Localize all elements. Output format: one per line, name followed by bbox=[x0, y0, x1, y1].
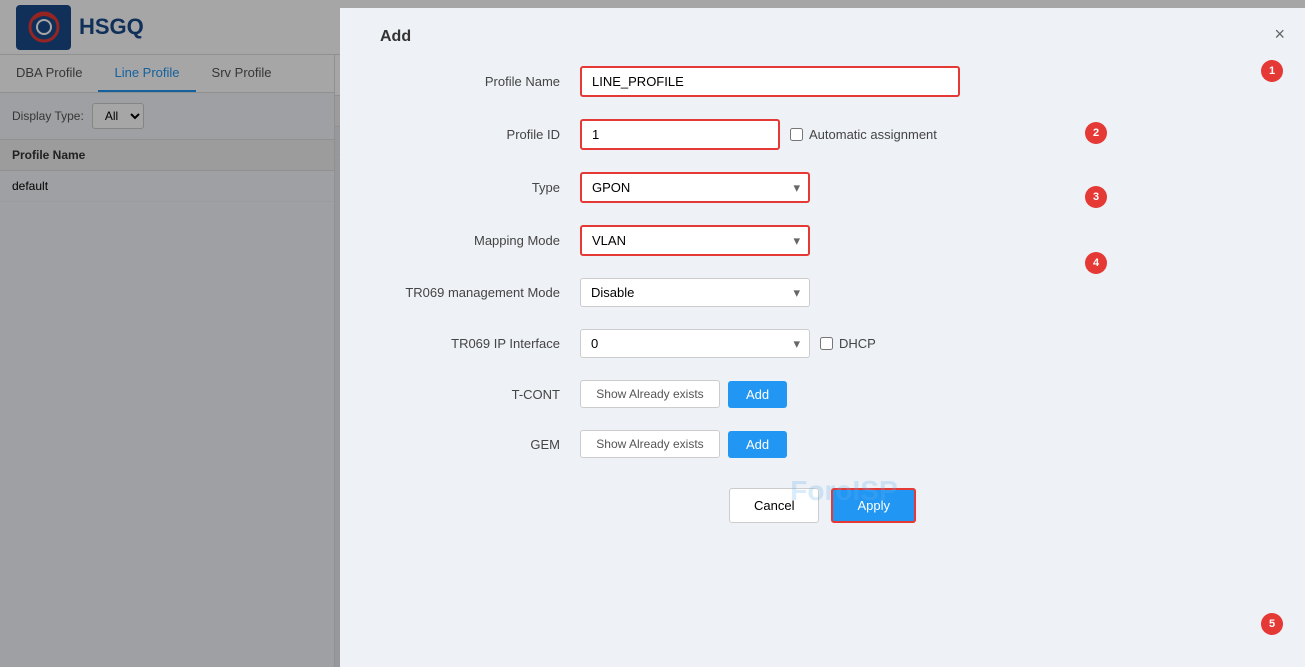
tr069-mode-row: TR069 management Mode Disable Enable bbox=[380, 278, 1265, 307]
auto-assignment-checkbox[interactable] bbox=[790, 128, 803, 141]
gem-add-button[interactable]: Add bbox=[728, 431, 787, 458]
gem-show-already[interactable]: Show Already exists bbox=[580, 430, 720, 458]
tcont-show-already[interactable]: Show Already exists bbox=[580, 380, 720, 408]
modal-title: Add bbox=[380, 28, 1265, 46]
badge-2: 2 bbox=[1085, 122, 1107, 144]
badge-4: 4 bbox=[1085, 252, 1107, 274]
badge-3: 3 bbox=[1085, 186, 1107, 208]
apply-button[interactable]: Apply bbox=[831, 488, 916, 523]
tr069-ip-row: TR069 IP Interface 0 DHCP bbox=[380, 329, 1265, 358]
gem-label: GEM bbox=[380, 437, 580, 452]
tr069-ip-select-wrapper: 0 bbox=[580, 329, 810, 358]
type-label: Type bbox=[380, 180, 580, 195]
profile-id-input[interactable] bbox=[580, 119, 780, 150]
tcont-row: T-CONT Show Already exists Add bbox=[380, 380, 1265, 408]
tcont-label: T-CONT bbox=[380, 387, 580, 402]
mapping-mode-row: Mapping Mode VLAN GEM Port Priority Queu… bbox=[380, 225, 1265, 256]
type-select[interactable]: GPON EPON XGS-PON bbox=[580, 172, 810, 203]
type-row: Type GPON EPON XGS-PON bbox=[380, 172, 1265, 203]
gem-row: GEM Show Already exists Add bbox=[380, 430, 1265, 458]
badge-1: 1 bbox=[1261, 60, 1283, 82]
tr069-mode-select-wrapper: Disable Enable bbox=[580, 278, 810, 307]
mapping-mode-label: Mapping Mode bbox=[380, 233, 580, 248]
profile-name-input[interactable] bbox=[580, 66, 960, 97]
profile-id-row: Profile ID Automatic assignment bbox=[380, 119, 1265, 150]
cancel-button[interactable]: Cancel bbox=[729, 488, 819, 523]
profile-name-label: Profile Name bbox=[380, 74, 580, 89]
dhcp-label: DHCP bbox=[820, 336, 876, 351]
tr069-mode-select[interactable]: Disable Enable bbox=[580, 278, 810, 307]
dhcp-checkbox[interactable] bbox=[820, 337, 833, 350]
auto-assignment-label: Automatic assignment bbox=[790, 127, 937, 142]
mapping-mode-select-wrapper: VLAN GEM Port Priority Queue bbox=[580, 225, 810, 256]
profile-id-label: Profile ID bbox=[380, 127, 580, 142]
tr069-ip-label: TR069 IP Interface bbox=[380, 336, 580, 351]
modal-footer: Cancel Apply bbox=[380, 488, 1265, 523]
profile-name-row: Profile Name bbox=[380, 66, 1265, 97]
type-select-wrapper: GPON EPON XGS-PON bbox=[580, 172, 810, 203]
modal: Add × 1 2 3 4 5 Profile Name Profile ID … bbox=[340, 8, 1305, 667]
mapping-mode-select[interactable]: VLAN GEM Port Priority Queue bbox=[580, 225, 810, 256]
modal-close-button[interactable]: × bbox=[1274, 24, 1285, 45]
tr069-ip-select[interactable]: 0 bbox=[580, 329, 810, 358]
tcont-add-button[interactable]: Add bbox=[728, 381, 787, 408]
tr069-mode-label: TR069 management Mode bbox=[380, 285, 580, 300]
badge-5: 5 bbox=[1261, 613, 1283, 635]
